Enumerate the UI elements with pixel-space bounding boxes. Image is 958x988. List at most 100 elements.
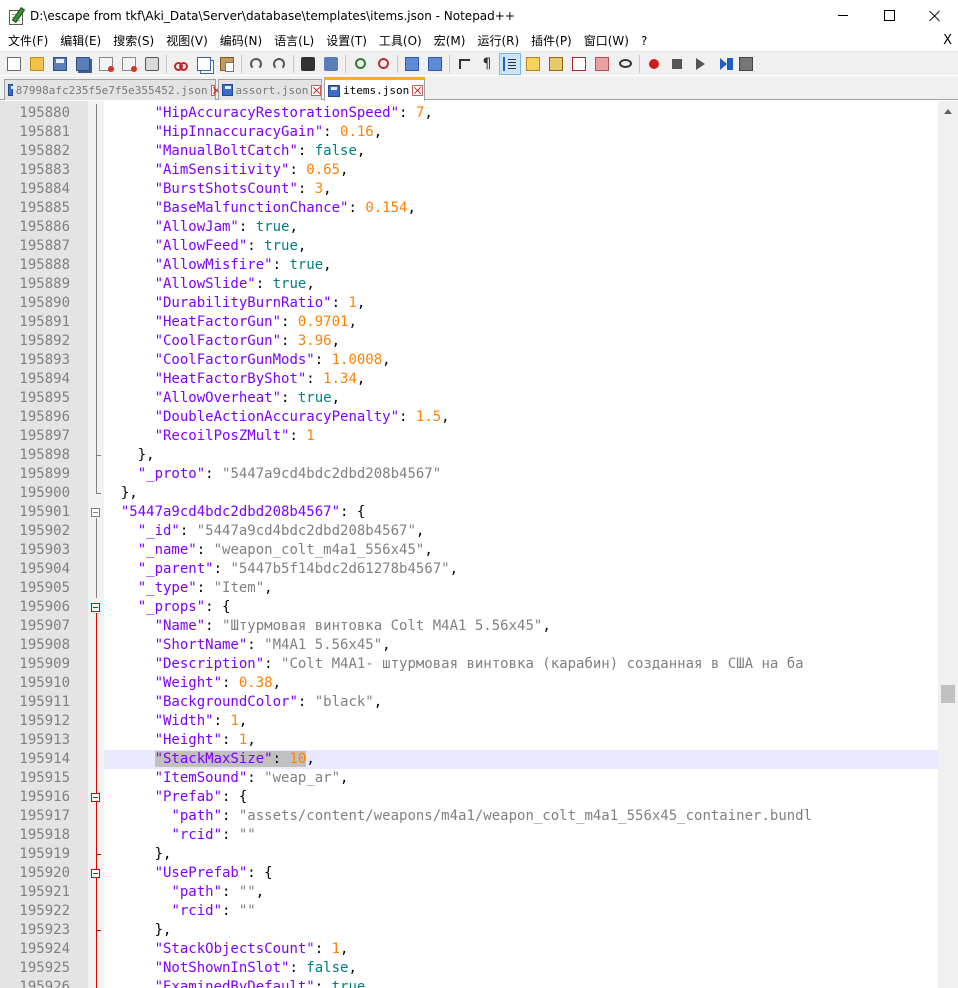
tab-close-icon[interactable]	[311, 84, 321, 96]
menu-window[interactable]: 窗口(W)	[580, 31, 633, 51]
folder-workspace-button[interactable]	[592, 54, 612, 74]
code-line[interactable]: "DurabilityBurnRatio": 1,	[104, 294, 938, 313]
record-macro-button[interactable]	[644, 54, 664, 74]
code-line[interactable]: "ItemSound": "weap_ar",	[104, 769, 938, 788]
tab-close-icon[interactable]	[412, 85, 424, 96]
code-line[interactable]: "HipAccuracyRestorationSpeed": 7,	[104, 104, 938, 123]
fold-toggle-icon[interactable]	[91, 508, 100, 517]
line-number-gutter[interactable]: 195880 195881 195882 195883 195884 195885 1958…	[0, 101, 88, 988]
code-line[interactable]: "path": "",	[104, 883, 938, 902]
replace-button[interactable]	[321, 54, 341, 74]
code-line[interactable]: "AllowSlide": true,	[104, 275, 938, 294]
indent-guide-button[interactable]	[499, 52, 521, 75]
scroll-up-icon[interactable]	[944, 109, 952, 114]
code-line[interactable]: "_type": "Item",	[104, 579, 938, 598]
current-code-line[interactable]: "StackMaxSize": 10,	[104, 750, 938, 769]
code-line[interactable]: "Name": "Штурмовая винтовка Colt M4A1 5.…	[104, 617, 938, 636]
code-line[interactable]: },	[104, 921, 938, 940]
word-wrap-button[interactable]	[454, 54, 474, 74]
code-line[interactable]: "AllowFeed": true,	[104, 237, 938, 256]
code-line[interactable]: "StackObjectsCount": 1,	[104, 940, 938, 959]
code-line[interactable]: "rcid": ""	[104, 826, 938, 845]
code-line[interactable]: "_parent": "5447b5f14bdc2d61278b4567",	[104, 560, 938, 579]
code-line[interactable]: "BackgroundColor": "black",	[104, 693, 938, 712]
menu-run[interactable]: 运行(R)	[473, 31, 523, 51]
title-bar[interactable]: D:\escape from tkf\Aki_Data\Server\datab…	[0, 0, 958, 31]
code-line[interactable]: "rcid": ""	[104, 902, 938, 921]
copy-button[interactable]	[194, 54, 214, 74]
code-line[interactable]: "CoolFactorGun": 3.96,	[104, 332, 938, 351]
code-line[interactable]: "_props": {	[104, 598, 938, 617]
print-button[interactable]	[142, 54, 162, 74]
code-line[interactable]: "Description": "Colt M4A1- штурмовая вин…	[104, 655, 938, 674]
code-line[interactable]: "Height": 1,	[104, 731, 938, 750]
code-line[interactable]: "_id": "5447a9cd4bdc2dbd208b4567",	[104, 522, 938, 541]
find-button[interactable]	[298, 54, 318, 74]
code-line[interactable]: "ExaminedByDefault": true,	[104, 978, 938, 988]
close-document-button[interactable]: X	[943, 31, 952, 51]
function-list-button[interactable]	[569, 54, 589, 74]
code-line[interactable]: "CoolFactorGunMods": 1.0008,	[104, 351, 938, 370]
menu-tools[interactable]: 工具(O)	[375, 31, 426, 51]
code-line[interactable]: "path": "assets/content/weapons/m4a1/wea…	[104, 807, 938, 826]
code-line[interactable]: "ShortName": "M4A1 5.56x45",	[104, 636, 938, 655]
tab-close-icon[interactable]	[210, 84, 215, 96]
code-line[interactable]: "UsePrefab": {	[104, 864, 938, 883]
scrollbar-thumb[interactable]	[941, 685, 955, 703]
close-all-button[interactable]	[119, 54, 139, 74]
code-line[interactable]: "ManualBoltCatch": false,	[104, 142, 938, 161]
code-line[interactable]: "DoubleActionAccuracyPenalty": 1.5,	[104, 408, 938, 427]
save-all-button[interactable]	[73, 54, 93, 74]
minimize-button[interactable]	[820, 0, 866, 31]
redo-button[interactable]	[269, 54, 289, 74]
editor[interactable]: 195880 195881 195882 195883 195884 195885 1958…	[0, 101, 958, 988]
code-line[interactable]: "HipInnaccuracyGain": 0.16,	[104, 123, 938, 142]
menu-language[interactable]: 语言(L)	[270, 31, 318, 51]
fold-toggle-icon[interactable]	[91, 603, 100, 612]
new-file-button[interactable]	[4, 54, 24, 74]
code-line[interactable]: "_proto": "5447a9cd4bdc2dbd208b4567"	[104, 465, 938, 484]
menu-edit[interactable]: 编辑(E)	[56, 31, 105, 51]
code-line[interactable]: "Prefab": {	[104, 788, 938, 807]
code-line[interactable]: "HeatFactorGun": 0.9701,	[104, 313, 938, 332]
zoom-in-button[interactable]	[350, 54, 370, 74]
code-line[interactable]: "RecoilPosZMult": 1	[104, 427, 938, 446]
code-line[interactable]: "AllowMisfire": true,	[104, 256, 938, 275]
code-line[interactable]: "_name": "weapon_colt_m4a1_556x45",	[104, 541, 938, 560]
run-macro-multiple-button[interactable]	[713, 54, 733, 74]
code-line[interactable]: "HeatFactorByShot": 1.34,	[104, 370, 938, 389]
code-line[interactable]: "Weight": 0.38,	[104, 674, 938, 693]
menu-help[interactable]: ?	[637, 31, 651, 51]
sync-vertical-button[interactable]	[402, 54, 422, 74]
vertical-scrollbar[interactable]	[938, 101, 958, 988]
paste-button[interactable]	[217, 54, 237, 74]
fold-toggle-icon[interactable]	[91, 793, 100, 802]
code-line[interactable]: "BaseMalfunctionChance": 0.154,	[104, 199, 938, 218]
menu-encoding[interactable]: 编码(N)	[216, 31, 266, 51]
tab-87998afc235f5e7f5e355452-json[interactable]: 87998afc235f5e7f5e355452.json	[4, 79, 216, 100]
undo-button[interactable]	[246, 54, 266, 74]
menu-view[interactable]: 视图(V)	[162, 31, 212, 51]
open-file-button[interactable]	[27, 54, 47, 74]
menu-search[interactable]: 搜索(S)	[109, 31, 158, 51]
menu-settings[interactable]: 设置(T)	[322, 31, 371, 51]
code-line[interactable]: },	[104, 484, 938, 503]
sync-horizontal-button[interactable]	[425, 54, 445, 74]
tab-assort-json[interactable]: assort.json	[218, 79, 322, 100]
close-button[interactable]	[912, 0, 958, 31]
zoom-out-button[interactable]	[373, 54, 393, 74]
code-line[interactable]: "AllowOverheat": true,	[104, 389, 938, 408]
code-line[interactable]: "BurstShotsCount": 3,	[104, 180, 938, 199]
menu-macro[interactable]: 宏(M)	[430, 31, 470, 51]
document-map-button[interactable]	[546, 54, 566, 74]
stop-macro-button[interactable]	[667, 54, 687, 74]
fold-margin[interactable]	[88, 101, 104, 988]
monitoring-button[interactable]	[615, 54, 635, 74]
code-line[interactable]: "AllowJam": true,	[104, 218, 938, 237]
save-button[interactable]	[50, 54, 70, 74]
code-line[interactable]: },	[104, 845, 938, 864]
play-macro-button[interactable]	[690, 54, 710, 74]
code-line[interactable]: "AimSensitivity": 0.65,	[104, 161, 938, 180]
show-all-chars-button[interactable]: ¶	[477, 54, 497, 74]
code-line[interactable]: "NotShownInSlot": false,	[104, 959, 938, 978]
